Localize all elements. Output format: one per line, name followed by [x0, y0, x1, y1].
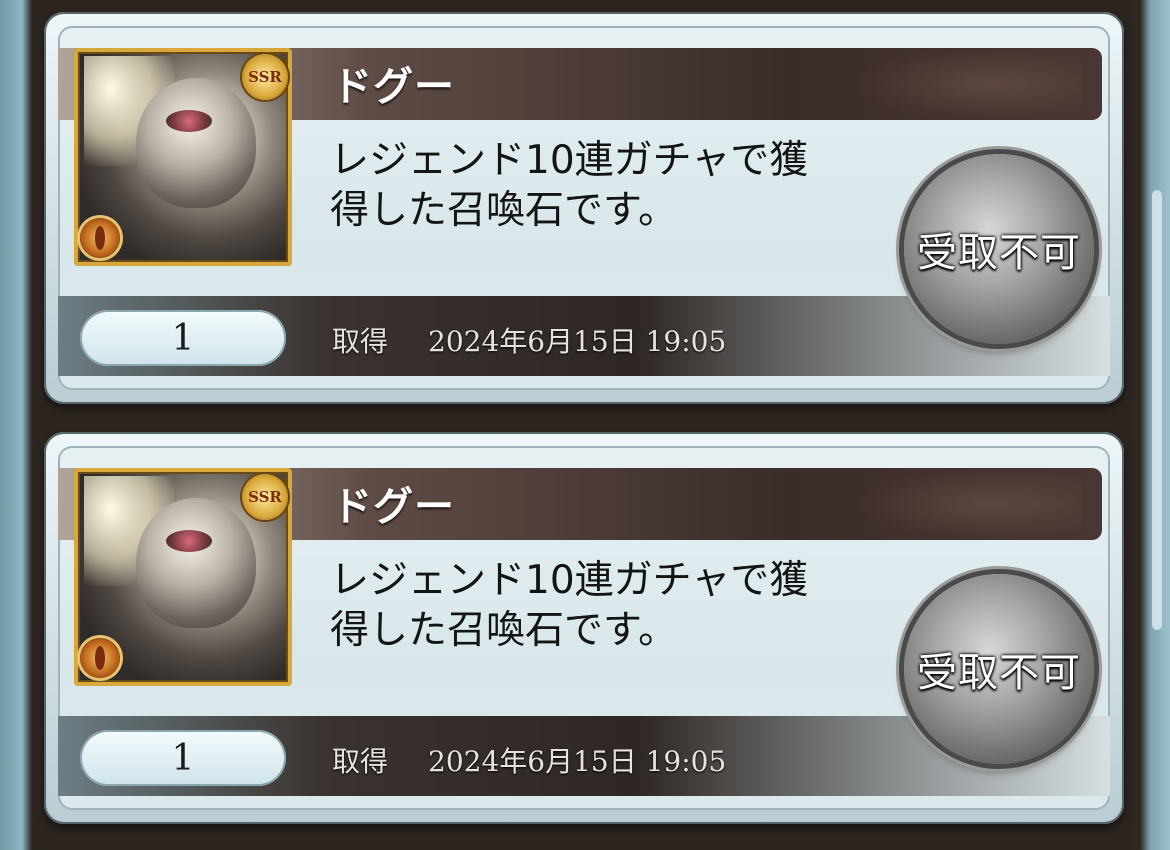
item-count: 1	[80, 310, 286, 366]
ssr-badge-icon: SSR	[242, 474, 288, 520]
summon-art-eye	[166, 110, 212, 132]
item-description: レジェンド10連ガチャで獲 得した召喚石です。	[330, 138, 809, 233]
acquired-label: 取得	[332, 745, 389, 778]
receive-button[interactable]: 受取不可	[904, 574, 1094, 764]
item-count: 1	[80, 730, 286, 786]
gift-card-body: ドグー レジェンド10連ガチャで獲 得した召喚石です。 1 取得 2024年6月…	[58, 26, 1110, 390]
summon-thumbnail: SSR	[74, 48, 292, 266]
summon-art	[136, 78, 256, 208]
ssr-badge-icon: SSR	[242, 54, 288, 100]
gift-card-body: ドグー レジェンド10連ガチャで獲 得した召喚石です。 1 取得 2024年6月…	[58, 446, 1110, 810]
gift-card: ドグー レジェンド10連ガチャで獲 得した召喚石です。 1 取得 2024年6月…	[44, 12, 1124, 404]
gift-list-screen: ドグー レジェンド10連ガチャで獲 得した召喚石です。 1 取得 2024年6月…	[0, 0, 1170, 850]
summon-thumbnail: SSR	[74, 468, 292, 686]
receive-button[interactable]: 受取不可	[904, 154, 1094, 344]
summon-art	[136, 498, 256, 628]
acquired-label: 取得	[332, 325, 389, 358]
scrollbar[interactable]	[1152, 190, 1162, 630]
fire-element-icon	[80, 218, 120, 258]
item-description: レジェンド10連ガチャで獲 得した召喚石です。	[330, 558, 809, 653]
receive-button-label: 受取不可	[917, 650, 1081, 696]
receive-button-label: 受取不可	[917, 230, 1081, 276]
item-name: ドグー	[332, 64, 455, 110]
summon-art-eye	[166, 530, 212, 552]
fire-element-icon	[80, 638, 120, 678]
acquired-date: 2024年6月15日 19:05	[428, 745, 727, 778]
item-name: ドグー	[332, 484, 455, 530]
acquired-date: 2024年6月15日 19:05	[428, 325, 727, 358]
gift-card: ドグー レジェンド10連ガチャで獲 得した召喚石です。 1 取得 2024年6月…	[44, 432, 1124, 824]
